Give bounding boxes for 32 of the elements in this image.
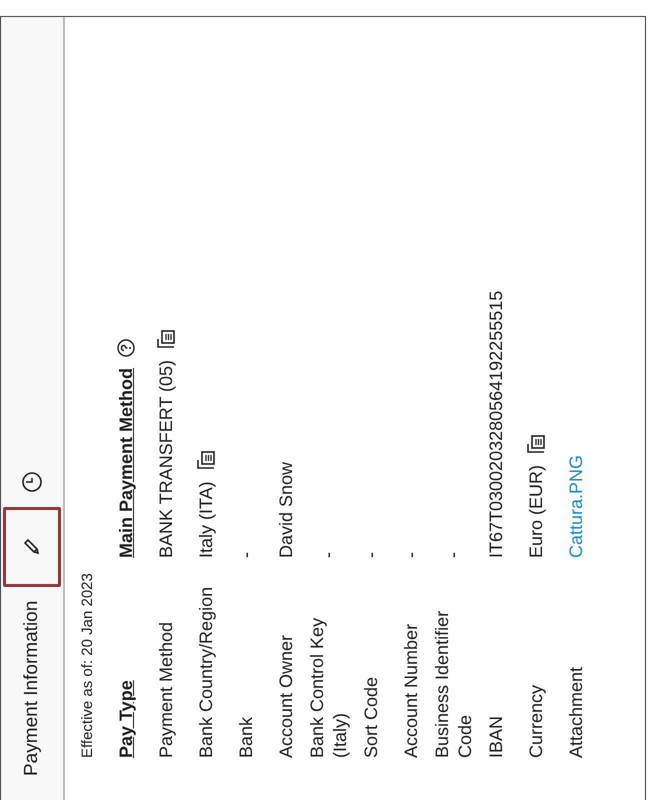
- history-icon[interactable]: [21, 470, 43, 493]
- field-label: Attachment: [564, 666, 587, 758]
- field-label: Payment Method: [154, 620, 177, 758]
- field-value: -: [443, 552, 464, 558]
- field-label: Currency: [524, 684, 547, 758]
- edit-icon[interactable]: [22, 536, 42, 557]
- details-icon[interactable]: [155, 328, 177, 350]
- field-label: Bank Country/Region: [194, 586, 217, 758]
- field-value: -: [400, 552, 422, 558]
- field-label: IBAN: [484, 714, 507, 758]
- field-value: Main Payment Method: [116, 368, 136, 558]
- field-value: -: [236, 552, 256, 558]
- details-icon[interactable]: [525, 432, 547, 455]
- effective-date: Effective as of: 20 Jan 2023: [79, 572, 96, 758]
- field-label: Sort Code: [360, 676, 382, 758]
- field-label: Bank: [234, 716, 257, 758]
- field-value: -: [318, 552, 339, 558]
- field-value: Euro (EUR): [526, 464, 546, 558]
- section-title: Payment Information: [21, 600, 43, 776]
- field-label: Business Identifier Code: [431, 610, 476, 758]
- details-icon[interactable]: [195, 449, 217, 472]
- help-icon[interactable]: [116, 338, 136, 358]
- field-value: IT67T0300203280564192255515: [486, 290, 506, 558]
- field-label: Account Owner: [274, 634, 297, 758]
- field-label: Bank Control Key (Italy): [306, 616, 351, 758]
- field-label: Account Number: [400, 622, 422, 758]
- field-value: David Snow: [276, 462, 296, 558]
- field-value: -: [360, 552, 382, 558]
- attachment-link[interactable]: Cattura.PNG: [566, 454, 586, 558]
- field-label: Pay Type: [114, 679, 137, 758]
- field-value: Italy (ITA): [196, 481, 216, 558]
- field-value: BANK TRANSFERT (05): [156, 360, 176, 558]
